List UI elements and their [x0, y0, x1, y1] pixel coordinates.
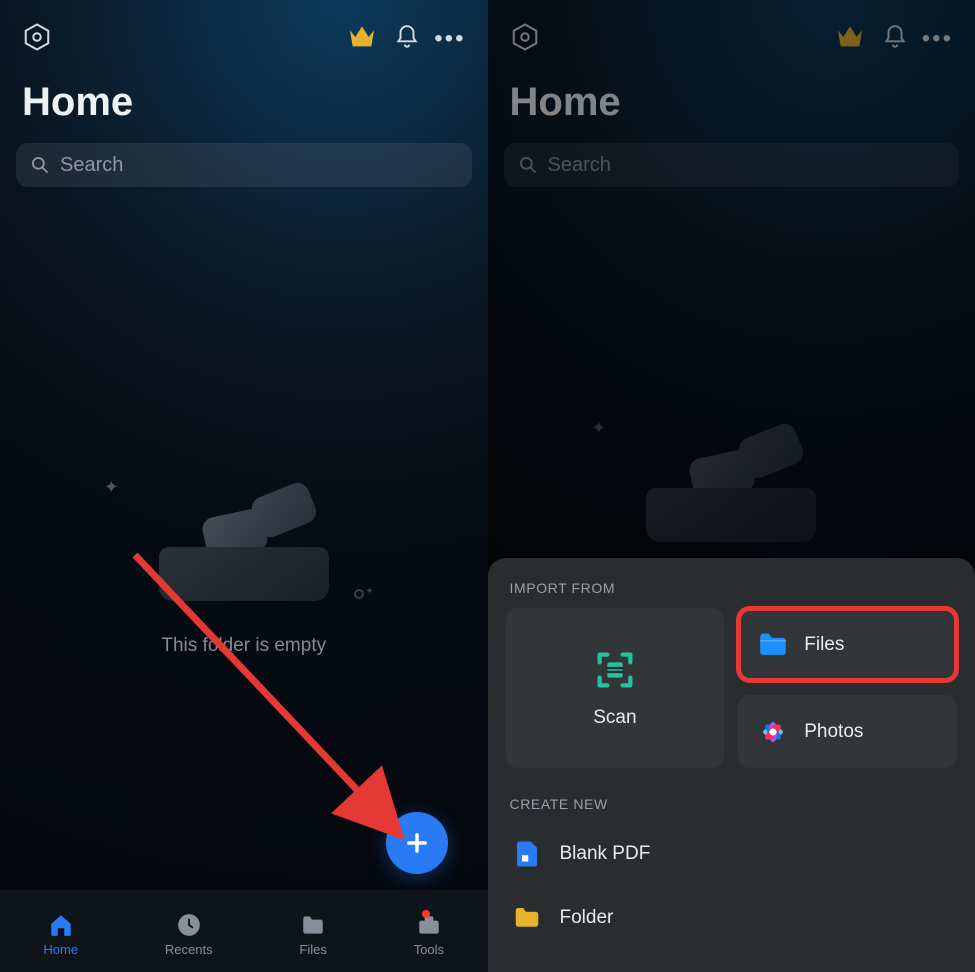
import-scan-button[interactable]: Scan — [506, 608, 725, 768]
premium-crown-icon — [834, 21, 882, 58]
tab-label: Files — [299, 942, 326, 957]
tab-home[interactable]: Home — [43, 912, 78, 957]
empty-folder-illustration-icon: ✦ ✦ — [144, 487, 344, 607]
home-icon — [48, 912, 74, 938]
import-files-label: Files — [804, 634, 844, 656]
app-logo-icon[interactable] — [16, 22, 52, 57]
photos-icon — [756, 715, 790, 749]
page-title: Home — [22, 80, 472, 125]
search-input[interactable]: Search — [16, 143, 472, 187]
folder-icon — [512, 903, 542, 933]
import-photos-label: Photos — [804, 721, 863, 743]
folder-icon — [756, 628, 790, 662]
empty-folder-illustration-icon: ✦ — [631, 428, 831, 548]
scan-icon — [592, 647, 638, 693]
more-menu-icon[interactable]: ••• — [434, 25, 465, 53]
tab-tools[interactable]: Tools — [414, 912, 444, 957]
page-title: Home — [510, 80, 960, 125]
pdf-file-icon — [512, 839, 542, 869]
notification-dot-icon — [422, 910, 430, 918]
top-bar: ••• — [504, 16, 960, 62]
add-bottom-sheet: IMPORT FROM Scan Files Photos CREATE NEW — [488, 558, 975, 972]
search-icon — [30, 155, 50, 175]
plus-icon — [403, 829, 431, 857]
search-icon — [518, 155, 538, 175]
notifications-bell-icon[interactable] — [394, 24, 434, 55]
folder-icon — [300, 912, 326, 938]
search-placeholder: Search — [548, 154, 611, 177]
screen-left-home: ••• Home Search ✦ ✦ This folder is empty… — [0, 0, 488, 972]
app-logo-icon — [504, 22, 540, 57]
import-scan-label: Scan — [593, 707, 636, 729]
empty-state-text: This folder is empty — [161, 635, 326, 657]
notifications-bell-icon — [882, 24, 922, 55]
create-new-label: CREATE NEW — [510, 796, 958, 812]
add-button[interactable] — [386, 812, 448, 874]
search-placeholder: Search — [60, 154, 123, 177]
create-blank-pdf-button[interactable]: Blank PDF — [506, 824, 958, 884]
create-folder-button[interactable]: Folder — [506, 888, 958, 948]
import-files-button[interactable]: Files — [738, 608, 957, 681]
screen-right-add-sheet: ••• Home Search ✦ IMPORT FROM Scan Files — [488, 0, 975, 972]
create-blank-pdf-label: Blank PDF — [560, 843, 651, 865]
clock-icon — [176, 912, 202, 938]
search-input: Search — [504, 143, 960, 187]
import-from-label: IMPORT FROM — [510, 580, 958, 596]
tab-recents[interactable]: Recents — [165, 912, 213, 957]
tab-bar: Home Recents Files Tools — [0, 890, 488, 972]
more-menu-icon: ••• — [922, 25, 953, 53]
top-bar: ••• — [16, 16, 472, 62]
tab-label: Tools — [414, 942, 444, 957]
tab-label: Recents — [165, 942, 213, 957]
import-photos-button[interactable]: Photos — [738, 695, 957, 768]
tab-label: Home — [43, 942, 78, 957]
tab-files[interactable]: Files — [299, 912, 326, 957]
create-folder-label: Folder — [560, 907, 614, 929]
premium-crown-icon[interactable] — [346, 21, 394, 58]
